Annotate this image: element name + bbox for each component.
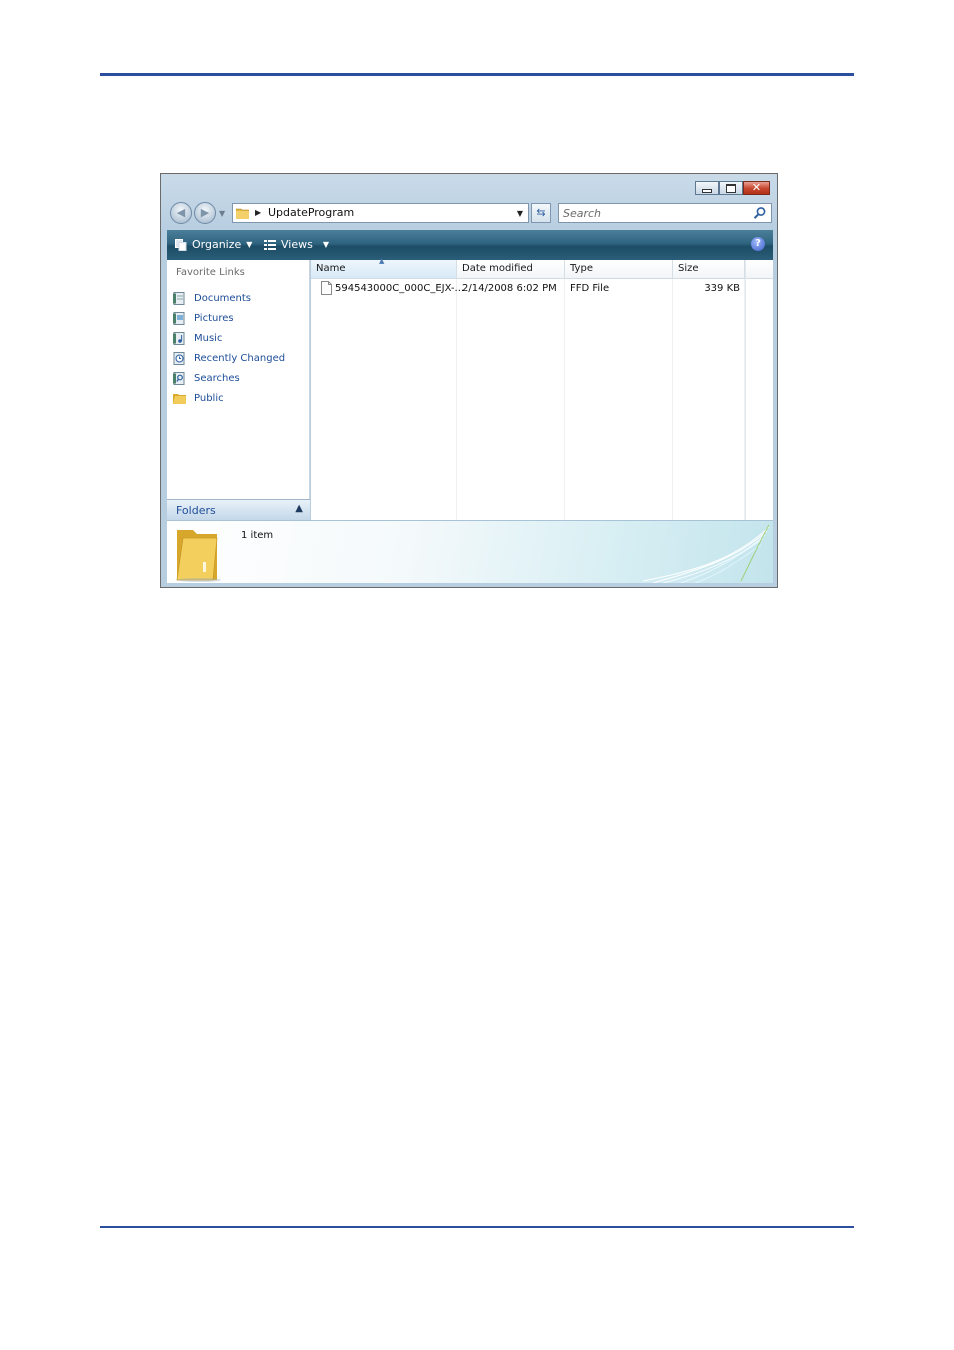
- column-divider: [456, 279, 457, 520]
- search-icon[interactable]: [753, 206, 767, 220]
- page-bottom-rule: [100, 1226, 854, 1228]
- searches-icon: [173, 371, 185, 385]
- column-divider: [672, 279, 673, 520]
- search-input[interactable]: [559, 204, 753, 222]
- minimize-button[interactable]: [695, 181, 719, 195]
- views-icon: [264, 239, 276, 250]
- close-icon: ✕: [751, 181, 762, 194]
- folder-icon: [236, 208, 249, 219]
- column-header-date-modified[interactable]: Date modified: [457, 260, 565, 278]
- breadcrumb-current[interactable]: UpdateProgram: [268, 206, 354, 219]
- column-header-row: ▲ Name Date modified Type Size: [311, 257, 773, 279]
- maximize-icon: [726, 183, 736, 193]
- column-header-name[interactable]: ▲ Name: [311, 257, 457, 278]
- file-name: 594543000C_000C_EJX-...: [335, 283, 465, 294]
- refresh-button[interactable]: ⇆: [531, 203, 551, 223]
- favorite-link-documents[interactable]: Documents: [173, 288, 285, 308]
- maximize-button[interactable]: [719, 181, 743, 195]
- organize-dropdown-icon: ▼: [246, 240, 253, 249]
- back-button[interactable]: ◀: [170, 202, 192, 224]
- favorite-link-label: Pictures: [194, 312, 234, 324]
- folder-icon: [176, 530, 221, 582]
- folder-icon: [173, 393, 186, 404]
- file-list: ▲ Name Date modified Type Size 594543000…: [311, 257, 773, 520]
- favorite-link-label: Documents: [194, 292, 252, 304]
- file-type: FFD File: [570, 283, 610, 294]
- caption-buttons: ✕: [695, 181, 770, 195]
- favorite-link-searches[interactable]: Searches: [173, 368, 285, 388]
- music-icon: [173, 331, 185, 345]
- sort-ascending-icon: ▲: [379, 257, 385, 265]
- column-divider: [564, 279, 565, 520]
- favorite-link-pictures[interactable]: Pictures: [173, 308, 285, 328]
- forward-button[interactable]: ▶: [194, 202, 216, 224]
- help-button[interactable]: ?: [751, 237, 765, 251]
- views-label: Views: [281, 238, 313, 251]
- file-size: 339 KB: [704, 283, 740, 294]
- command-bar: Organize ▼ Views ▼ ?: [167, 230, 773, 260]
- address-dropdown-icon[interactable]: ▼: [517, 209, 523, 218]
- chevron-up-icon: ▲: [295, 503, 303, 514]
- close-button[interactable]: ✕: [743, 181, 770, 195]
- explorer-window: ✕ ◀ ▶ ▼ ▶ UpdateProgram ▼ ⇆ Search Organ…: [160, 173, 778, 588]
- favorite-link-public[interactable]: Public: [173, 388, 285, 408]
- favorite-link-label: Recently Changed: [194, 352, 286, 364]
- recent-pages-dropdown-icon[interactable]: ▼: [219, 209, 225, 218]
- organize-button[interactable]: Organize ▼: [175, 238, 252, 251]
- forward-arrow-icon: ▶: [200, 206, 210, 219]
- favorite-links-heading: Favorite Links: [176, 267, 245, 278]
- documents-icon: [173, 291, 185, 305]
- views-button[interactable]: Views ▼: [264, 238, 329, 251]
- pictures-icon: [173, 311, 185, 325]
- column-header-label: Name: [316, 263, 346, 274]
- search-box: [558, 203, 772, 223]
- breadcrumb-chevron-icon[interactable]: ▶: [255, 208, 261, 217]
- organize-icon: [175, 238, 187, 251]
- file-icon: [321, 281, 332, 295]
- folders-label: Folders: [176, 504, 216, 517]
- column-header-label: Type: [570, 263, 593, 274]
- favorite-link-label: Music: [194, 332, 223, 344]
- file-date-modified: 2/14/2008 6:02 PM: [462, 283, 557, 294]
- minimize-icon: [702, 188, 712, 193]
- favorite-link-music[interactable]: Music: [173, 328, 285, 348]
- column-header-label: Date modified: [462, 263, 533, 274]
- decorative-swoosh: [642, 524, 770, 583]
- navigation-bar: ◀ ▶ ▼ ▶ UpdateProgram ▼ ⇆: [169, 202, 773, 224]
- favorite-links-list: Documents Pictures Music Recently Change…: [173, 288, 285, 408]
- table-row[interactable]: 594543000C_000C_EJX-... 2/14/2008 6:02 P…: [311, 280, 745, 298]
- favorite-link-recently-changed[interactable]: Recently Changed: [173, 348, 285, 368]
- details-pane: 1 item: [167, 520, 773, 583]
- navigation-pane: Favorite Links Documents Pictures Music …: [167, 260, 310, 520]
- vertical-scrollbar[interactable]: [745, 260, 773, 520]
- favorite-link-label: Public: [194, 392, 224, 404]
- refresh-icon: ⇆: [536, 206, 546, 219]
- column-header-size[interactable]: Size: [673, 260, 745, 278]
- page-top-rule: [100, 73, 854, 76]
- item-count: 1 item: [241, 530, 274, 541]
- views-dropdown-icon: ▼: [322, 240, 329, 249]
- back-arrow-icon: ◀: [176, 206, 186, 219]
- column-header-label: Size: [678, 263, 699, 274]
- recently-changed-icon: [173, 351, 185, 365]
- address-bar[interactable]: ▶ UpdateProgram ▼: [232, 203, 529, 223]
- column-header-type[interactable]: Type: [565, 260, 673, 278]
- folders-toggle[interactable]: Folders ▲: [167, 499, 310, 520]
- favorite-link-label: Searches: [194, 372, 240, 384]
- organize-label: Organize: [192, 238, 242, 251]
- help-icon: ?: [755, 238, 761, 249]
